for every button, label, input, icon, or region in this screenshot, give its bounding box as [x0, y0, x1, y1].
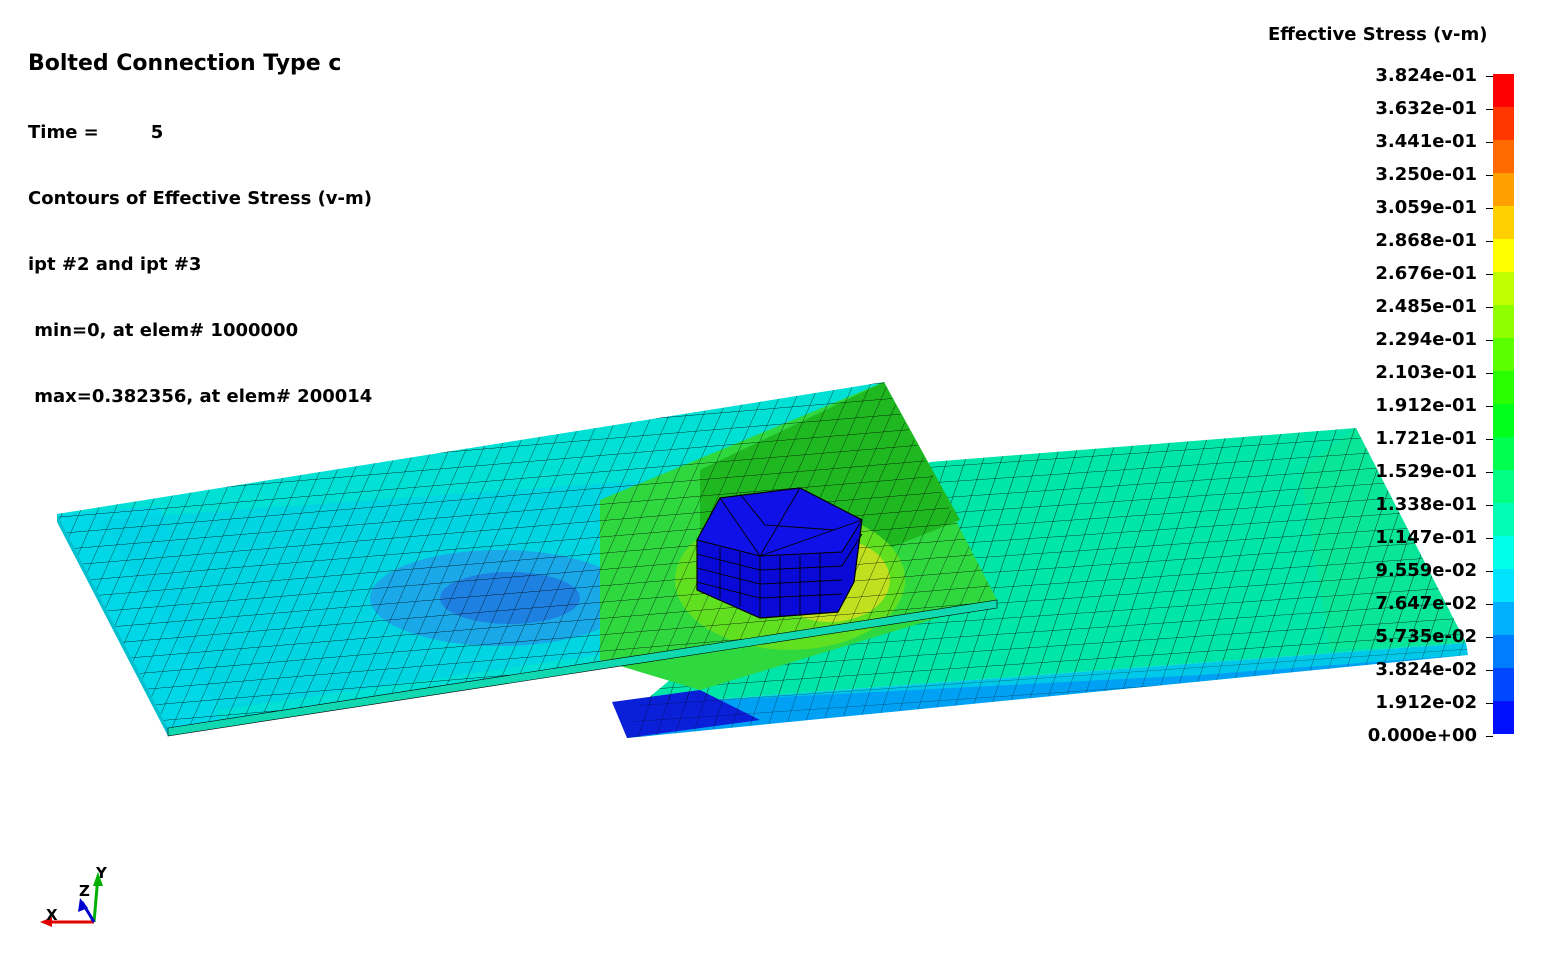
color-scale-tick-mark	[1486, 439, 1493, 440]
color-scale-tick-label: 3.824e-01	[1375, 65, 1477, 86]
color-scale-segment	[1493, 635, 1514, 668]
color-scale-tick-mark	[1486, 637, 1493, 638]
color-scale-segment	[1493, 503, 1514, 536]
color-scale-segment	[1493, 206, 1514, 239]
color-scale-tick-label: 3.059e-01	[1375, 197, 1477, 218]
color-scale-segment	[1493, 668, 1514, 701]
color-scale-tick-mark	[1486, 109, 1493, 110]
color-scale-tick-mark	[1486, 604, 1493, 605]
color-scale-tick-mark	[1486, 142, 1493, 143]
color-scale-tick-label: 1.912e-01	[1375, 395, 1477, 416]
color-scale-segment	[1493, 437, 1514, 470]
color-scale-segment	[1493, 239, 1514, 272]
color-scale-segment	[1493, 536, 1514, 569]
color-scale-segment	[1493, 404, 1514, 437]
legend-title: Effective Stress (v-m)	[1268, 24, 1488, 45]
color-scale-segment	[1493, 173, 1514, 206]
color-scale-tick-label: 3.632e-01	[1375, 98, 1477, 119]
color-scale-tick-mark	[1486, 340, 1493, 341]
color-scale-tick-mark	[1486, 472, 1493, 473]
color-scale-segment	[1493, 74, 1514, 107]
color-scale-segment	[1493, 272, 1514, 305]
color-scale-tick-label: 2.676e-01	[1375, 263, 1477, 284]
color-scale-tick-label: 1.721e-01	[1375, 428, 1477, 449]
color-scale-tick-mark	[1486, 703, 1493, 704]
color-scale-tick-mark	[1486, 241, 1493, 242]
color-scale-tick-label: 2.103e-01	[1375, 362, 1477, 383]
color-scale-tick-mark	[1486, 175, 1493, 176]
color-scale-segment	[1493, 107, 1514, 140]
color-scale-tick-mark	[1486, 505, 1493, 506]
color-scale-segment	[1493, 602, 1514, 635]
color-scale-tick-mark	[1486, 406, 1493, 407]
y-axis-label: Y	[95, 864, 108, 882]
color-scale-tick-mark	[1486, 538, 1493, 539]
color-scale-tick-label: 7.647e-02	[1375, 593, 1477, 614]
color-scale-segment	[1493, 338, 1514, 371]
color-scale-segment	[1493, 701, 1514, 734]
color-scale-tick-mark	[1486, 373, 1493, 374]
color-scale-tick-label: 2.485e-01	[1375, 296, 1477, 317]
x-axis-label: X	[46, 906, 58, 924]
color-scale-tick-label: 3.250e-01	[1375, 164, 1477, 185]
color-scale-bar	[1493, 74, 1514, 734]
color-scale-tick-mark	[1486, 307, 1493, 308]
color-scale-tick-label: 5.735e-02	[1375, 626, 1477, 647]
color-scale-tick-label: 1.338e-01	[1375, 494, 1477, 515]
color-scale-tick-label: 3.441e-01	[1375, 131, 1477, 152]
color-scale-tick-mark	[1486, 208, 1493, 209]
color-scale-tick-label: 1.147e-01	[1375, 527, 1477, 548]
color-scale-tick-mark	[1486, 274, 1493, 275]
color-scale-tick-label: 2.868e-01	[1375, 230, 1477, 251]
color-scale-tick-label: 9.559e-02	[1375, 560, 1477, 581]
color-scale-tick-mark	[1486, 736, 1493, 737]
color-scale-tick-label: 3.824e-02	[1375, 659, 1477, 680]
color-scale-segment	[1493, 305, 1514, 338]
color-scale-tick-label: 2.294e-01	[1375, 329, 1477, 350]
color-scale-tick-mark	[1486, 670, 1493, 671]
color-scale-segment	[1493, 470, 1514, 503]
coordinate-triad: X Y Z	[40, 864, 108, 927]
color-scale-segment	[1493, 569, 1514, 602]
color-scale-segment	[1493, 371, 1514, 404]
bolt-head	[696, 487, 863, 619]
color-scale-tick-mark	[1486, 571, 1493, 572]
fem-model-view[interactable]	[0, 0, 1480, 980]
color-scale-tick-label: 0.000e+00	[1367, 725, 1477, 746]
color-scale-tick-mark	[1486, 76, 1493, 77]
color-scale-tick-label: 1.529e-01	[1375, 461, 1477, 482]
z-axis-label: Z	[79, 882, 90, 900]
color-scale-segment	[1493, 140, 1514, 173]
color-scale-tick-label: 1.912e-02	[1375, 692, 1477, 713]
